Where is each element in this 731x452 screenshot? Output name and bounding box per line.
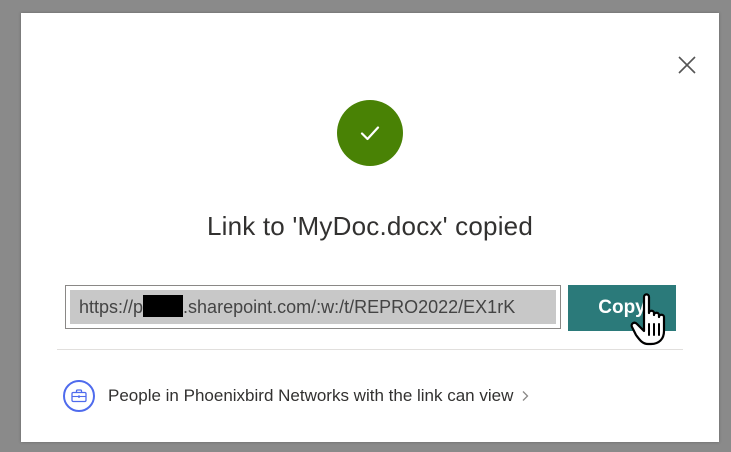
- link-text-selected: https://p .sharepoint.com/:w:/t/REPRO2022…: [70, 290, 556, 324]
- briefcase-icon: [71, 389, 87, 403]
- hand-pointer-cursor-icon: [630, 293, 666, 346]
- chevron-right-icon: [521, 390, 529, 402]
- people-icon-circle: [63, 380, 95, 412]
- redacted-block: [143, 295, 184, 317]
- link-settings-button[interactable]: People in Phoenixbird Networks with the …: [63, 379, 529, 413]
- close-button[interactable]: [675, 53, 699, 77]
- share-link-dialog: Link to 'MyDoc.docx' copied https://p .sh…: [21, 13, 719, 442]
- dialog-title: Link to 'MyDoc.docx' copied: [206, 211, 534, 241]
- permission-text: People in Phoenixbird Networks with the …: [108, 386, 514, 405]
- link-suffix: .sharepoint.com/:w:/t/REPRO2022/EX1rK: [183, 297, 516, 317]
- link-prefix: https://p: [79, 297, 144, 317]
- link-field[interactable]: https://p .sharepoint.com/:w:/t/REPRO2022…: [65, 285, 561, 329]
- success-check-circle: [337, 100, 403, 166]
- checkmark-icon: [360, 126, 380, 141]
- close-icon: [678, 56, 696, 74]
- divider: [57, 349, 683, 350]
